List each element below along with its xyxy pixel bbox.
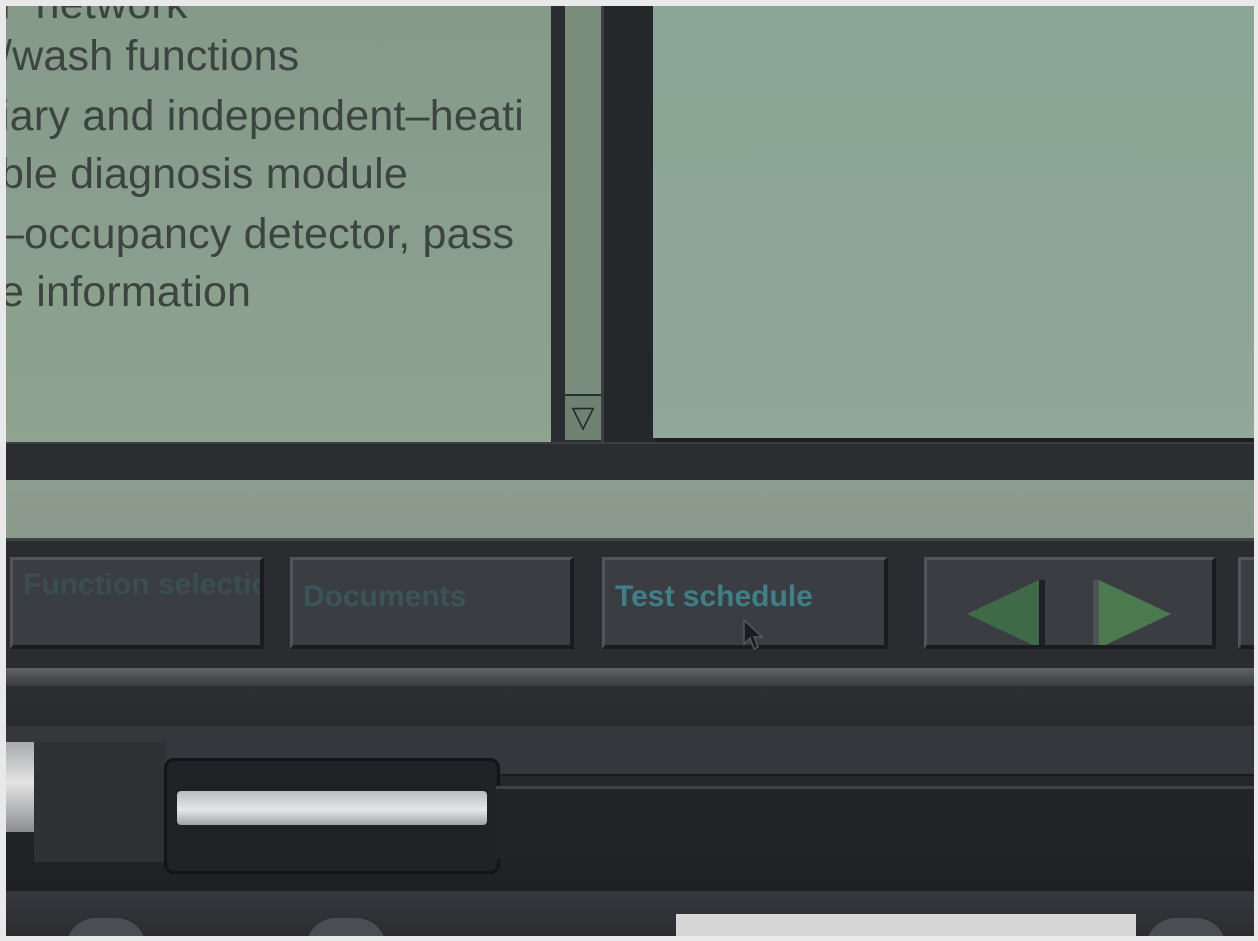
documents-label: Documents [303,580,467,613]
latch-highlight [177,791,487,825]
laptop-chassis [6,686,1254,936]
function-selection-button[interactable]: Function selection [10,557,264,649]
screen-photo: Г network /wash functions iary and indep… [6,6,1254,936]
list-item[interactable]: –occupancy detector, pass [6,210,514,259]
hinge-block [34,742,166,862]
documents-button[interactable]: Documents [290,557,574,649]
screen-bezel [6,668,1254,686]
partial-toolbar-button[interactable] [1238,557,1254,649]
function-list-pane: Г network /wash functions iary and indep… [6,6,551,446]
chassis-slot [496,786,1254,859]
status-strip [6,480,1254,540]
back-arrow-icon[interactable] [967,580,1039,645]
test-schedule-label: Test schedule [615,580,813,613]
detail-pane [653,6,1254,438]
back-arrow-shadow [1039,580,1045,645]
horizontal-divider [6,442,1254,482]
base-label-sticker [676,914,1136,936]
scrollbar-track[interactable] [565,6,604,394]
forward-arrow-icon[interactable] [1099,580,1171,645]
pane-divider [601,6,656,446]
hinge [6,742,34,832]
function-selection-label: Function selection [23,568,264,601]
mouse-pointer-icon [743,618,764,651]
scroll-down-icon[interactable]: ▽ [565,396,601,440]
bottom-toolbar: Function selection Documents Test schedu… [6,538,1254,671]
list-item[interactable]: ble diagnosis module [6,150,408,199]
list-item[interactable]: /wash functions [6,32,299,81]
list-item[interactable]: Г network [6,6,188,29]
list-item[interactable]: e information [6,268,251,317]
list-item[interactable]: iary and independent–heati [6,92,524,141]
lid-latch [164,758,500,874]
navigation-button-group [924,557,1216,649]
